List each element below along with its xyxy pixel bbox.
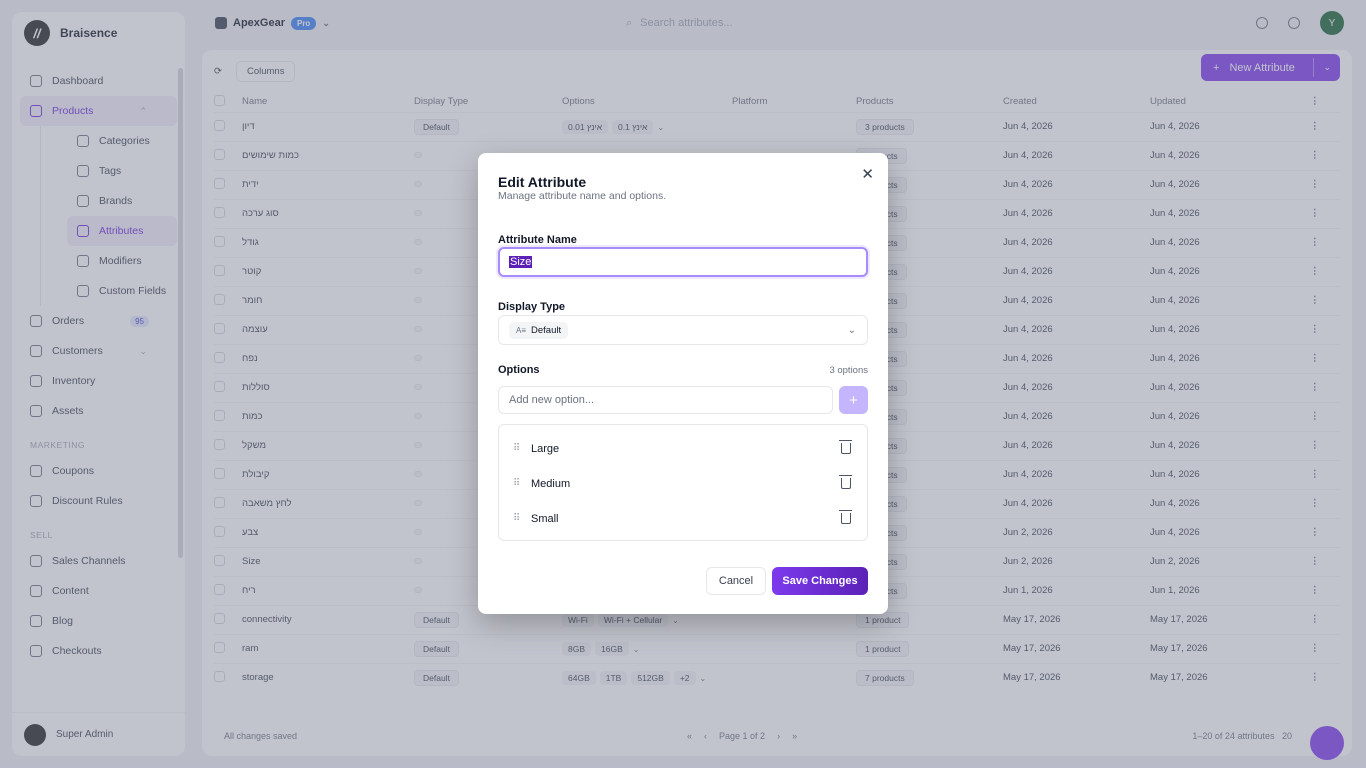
- option-label: Small: [531, 512, 559, 525]
- option-label: Medium: [531, 477, 571, 490]
- options-list: ⠿ Large ⠿ Medium ⠿ Small: [498, 424, 868, 541]
- attribute-name-label: Attribute Name: [498, 234, 577, 246]
- drag-handle-icon[interactable]: ⠿: [513, 513, 531, 524]
- dialog-subtitle: Manage attribute name and options.: [498, 190, 667, 202]
- trash-icon[interactable]: [839, 440, 852, 454]
- drag-handle-icon[interactable]: ⠿: [513, 443, 531, 454]
- chevron-down-icon: ⌄: [847, 324, 856, 336]
- option-item: ⠿ Large: [499, 431, 867, 466]
- add-option-button[interactable]: +: [839, 386, 868, 414]
- attribute-name-input[interactable]: Size: [498, 247, 868, 277]
- app-root: // Braisence Dashboard Products ⌃ Categor…: [0, 0, 1366, 768]
- display-type-label: Display Type: [498, 301, 566, 313]
- cancel-button[interactable]: Cancel: [706, 567, 766, 595]
- trash-icon[interactable]: [839, 510, 852, 524]
- save-changes-button[interactable]: Save Changes: [772, 567, 868, 595]
- options-count: 3 options: [829, 365, 868, 376]
- option-label: Large: [531, 442, 560, 455]
- options-label: Options: [498, 364, 540, 376]
- new-option-input[interactable]: Add new option...: [498, 386, 833, 414]
- close-icon[interactable]: ✕: [861, 165, 874, 183]
- attribute-name-value: Size: [509, 256, 533, 268]
- display-type-select[interactable]: A≡ Default ⌄: [498, 315, 868, 345]
- edit-attribute-dialog: ✕ Edit Attribute Manage attribute name a…: [478, 153, 888, 614]
- drag-handle-icon[interactable]: ⠿: [513, 478, 531, 489]
- new-option-placeholder: Add new option...: [509, 394, 595, 406]
- display-type-pill: A≡ Default: [509, 321, 569, 339]
- trash-icon[interactable]: [839, 475, 852, 489]
- dialog-title: Edit Attribute: [498, 174, 587, 190]
- option-item: ⠿ Medium: [499, 466, 867, 501]
- plus-icon: +: [849, 391, 858, 409]
- option-item: ⠿ Small: [499, 501, 867, 536]
- text-format-icon: A≡: [516, 325, 527, 335]
